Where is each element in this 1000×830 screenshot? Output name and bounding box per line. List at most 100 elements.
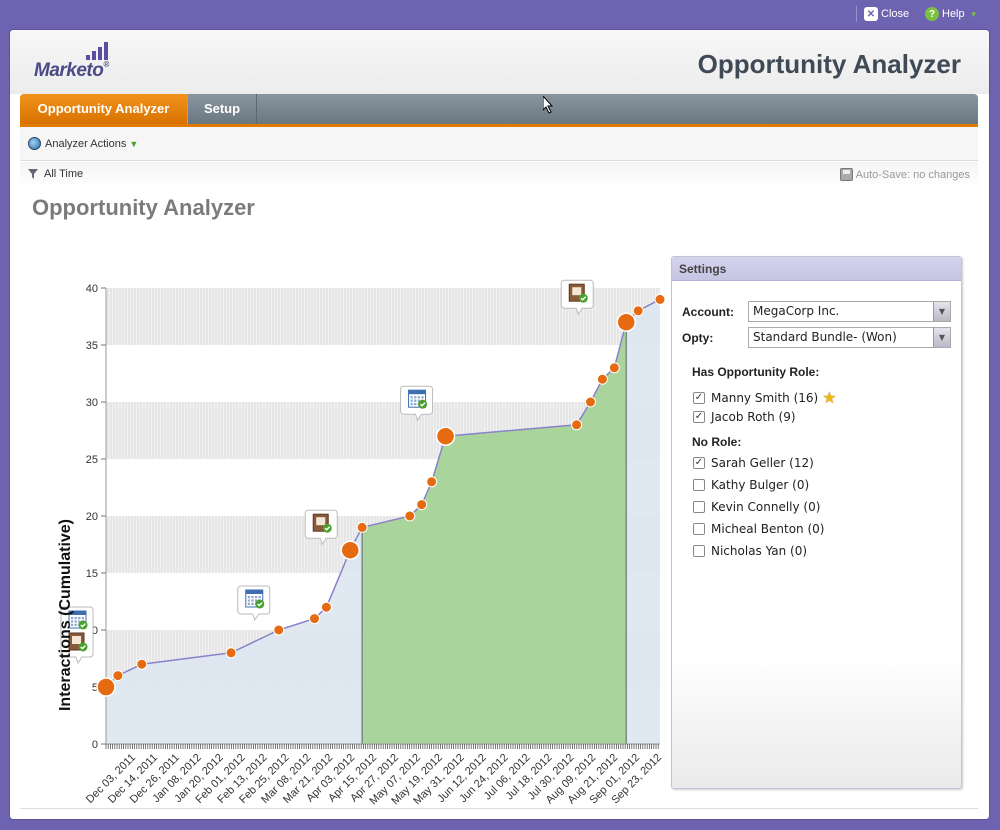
account-value: MegaCorp Inc. [753,304,840,318]
checkbox-unchecked[interactable] [693,479,705,491]
analyzer-actions-label: Analyzer Actions [45,137,127,150]
y-tick-label: 0 [92,739,98,751]
y-tick-label: 40 [86,283,98,295]
interactions-chart: 0510152025303540Dec 03, 2011Dec 14, 2011… [20,250,680,820]
data-point [273,624,285,636]
norole-checkbox-nicholas-yan[interactable]: Nicholas Yan (0) [693,544,807,558]
checkbox-checked[interactable]: ✓ [693,391,705,404]
data-point [616,312,636,332]
calendar-check-icon [408,389,428,409]
contact-label: Micheal Benton (0) [711,522,825,536]
account-field: Account: MegaCorp Inc. ▼ [682,301,951,322]
time-filter-label: All Time [44,168,84,180]
help-label: Help [942,8,965,20]
norole-checkbox-kathy-bulger[interactable]: Kathy Bulger (0) [693,478,809,492]
page-heading: Opportunity Analyzer [32,195,255,220]
autosave-label: Auto-Save: no changes [855,168,970,181]
data-point [96,677,116,697]
data-point [404,510,416,522]
header: Marketo® Opportunity Analyzer [10,30,989,94]
checkbox-unchecked[interactable] [693,501,705,513]
account-label: Account: [682,304,734,319]
close-icon: ✕ [864,7,878,21]
data-point [356,521,368,533]
checkbox-checked[interactable]: ✓ [693,457,705,469]
data-point [308,613,320,625]
contact-label: Nicholas Yan (0) [711,544,808,558]
opty-field: Opty: Standard Bundle- (Won) ▼ [682,327,951,348]
data-point [320,601,332,613]
data-point [112,670,124,682]
top-separator [856,6,857,22]
app-window: Marketo® Opportunity Analyzer Opportunit… [9,29,990,820]
checkbox-unchecked[interactable] [693,523,705,535]
contact-label: Kevin Connelly (0) [711,500,821,514]
data-point [416,499,428,511]
checkbox-checked[interactable]: ✓ [693,411,705,423]
opty-select[interactable]: Standard Bundle- (Won) ▼ [748,327,951,348]
close-link[interactable]: ✕ Close [864,6,909,22]
chevron-down-icon: ▼ [129,138,139,149]
contact-label: Jacob Roth (9) [711,410,796,424]
y-tick-label: 25 [86,454,98,466]
y-axis-label: Interactions (Cumulative) [57,519,74,711]
account-select[interactable]: MegaCorp Inc. ▼ [748,301,951,322]
data-point [435,426,456,446]
top-bar: ✕ Close ? Help ▼ [0,0,1000,28]
data-point [585,396,597,408]
contact-label: Kathy Bulger (0) [711,478,810,492]
star-icon: ★ [822,388,837,407]
tab-opportunity-analyzer[interactable]: Opportunity Analyzer [20,94,187,124]
data-point [340,540,360,560]
data-point [225,647,237,659]
plot-band [106,345,660,402]
role-checkbox-manny-smith[interactable]: ✓ Manny Smith (16) ★ [693,388,837,407]
data-point [426,476,438,488]
y-tick-label: 30 [86,397,98,409]
opty-label: Opty: [682,330,714,345]
analyzer-actions-button[interactable]: Analyzer Actions ▼ [28,137,138,150]
y-tick-label: 15 [86,568,98,580]
role-checkbox-jacob-roth[interactable]: ✓ Jacob Roth (9) [693,410,796,424]
data-point [596,373,608,385]
no-role-title: No Role: [692,435,742,449]
has-role-title: Has Opportunity Role: [692,365,820,379]
data-point [136,658,148,670]
logo-bars-icon [86,42,108,60]
contact-label: Manny Smith (16) [711,390,819,405]
settings-panel: Settings Account: MegaCorp Inc. ▼ Opty: … [671,256,962,789]
logo-text: Marketo [34,60,104,81]
tab-bar: Opportunity Analyzer Setup [20,94,978,127]
chevron-down-icon: ▼ [933,328,950,347]
norole-checkbox-sarah-geller[interactable]: ✓ Sarah Geller (12) [693,456,814,470]
norole-checkbox-micheal-benton[interactable]: Micheal Benton (0) [693,522,824,536]
funnel-icon [28,169,38,179]
calendar-check-icon [245,589,265,609]
data-point [571,419,583,431]
checkbox-unchecked[interactable] [693,545,705,557]
globe-icon [28,137,41,150]
close-label: Close [881,8,910,20]
tab-setup[interactable]: Setup [187,94,257,124]
data-point [654,293,666,305]
settings-title: Settings [672,257,961,281]
action-bar: Analyzer Actions ▼ [20,127,978,161]
help-menu[interactable]: ? Help ▼ [925,6,978,22]
filter-bar: All Time Auto-Save: no changes [20,162,978,188]
y-tick-label: 35 [86,340,98,352]
mouse-cursor-icon [543,96,553,114]
contact-label: Sarah Geller (12) [711,456,814,470]
chevron-down-icon: ▼ [933,302,950,321]
divider [20,808,978,809]
marketo-logo[interactable]: Marketo® [32,42,132,82]
floppy-disk-icon [839,168,853,181]
norole-checkbox-kevin-connelly[interactable]: Kevin Connelly (0) [693,500,820,514]
y-tick-label: 20 [86,511,98,523]
chart-svg: 0510152025303540Dec 03, 2011Dec 14, 2011… [57,279,666,807]
autosave-status: Auto-Save: no changes [839,168,970,181]
registered-icon: ® [103,60,109,69]
time-filter[interactable]: All Time [28,168,83,180]
app-title: Opportunity Analyzer [697,49,961,79]
data-point [608,362,620,374]
help-icon: ? [925,7,939,21]
